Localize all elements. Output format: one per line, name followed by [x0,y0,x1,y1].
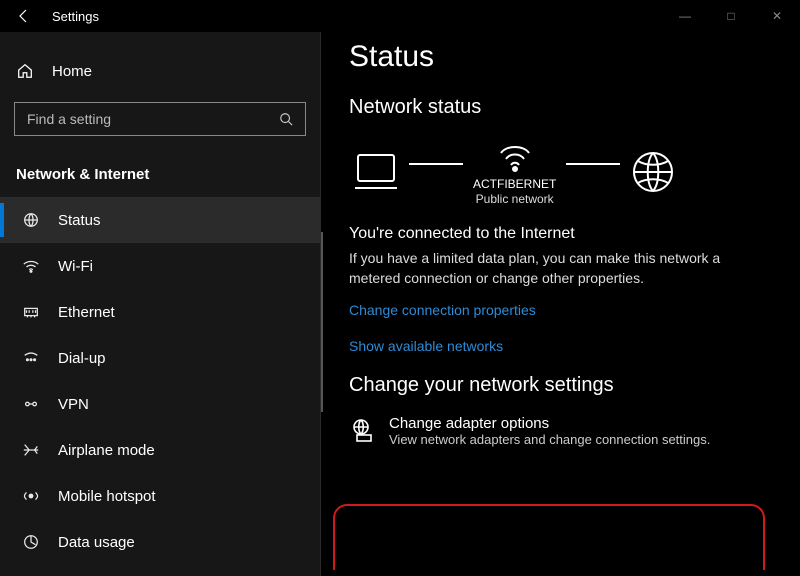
connection-line [409,163,463,165]
titlebar: Settings — □ ✕ [0,0,800,32]
ethernet-icon [22,303,40,321]
option-title: Change adapter options [389,415,710,432]
sidebar-item-label: Ethernet [58,304,115,321]
sidebar-item-label: VPN [58,396,89,413]
highlight-annotation [333,504,765,570]
search-input[interactable] [14,102,306,136]
wifi-icon [22,257,40,275]
router-icon [494,137,536,173]
network-type: Public network [473,192,556,207]
vpn-icon [22,395,40,413]
sidebar-item-label: Airplane mode [58,442,155,459]
option-description: View network adapters and change connect… [389,432,710,447]
sidebar-item-label: Status [58,212,101,229]
data-icon [22,533,40,551]
page-title: Status [349,40,800,74]
home-icon [16,62,34,80]
sidebar-item-label: Dial-up [58,350,106,367]
sidebar-item-airplane[interactable]: Airplane mode [0,427,320,473]
globe-icon [630,149,676,195]
connected-heading: You're connected to the Internet [349,225,800,243]
minimize-button[interactable]: — [662,0,708,32]
back-arrow-icon [16,8,32,24]
adapter-icon [349,415,375,447]
window-controls: — □ ✕ [662,0,800,32]
home-link[interactable]: Home [0,52,320,90]
back-button[interactable] [0,0,48,32]
show-available-networks-link[interactable]: Show available networks [349,338,800,354]
device-icon [353,150,399,194]
sidebar-item-vpn[interactable]: VPN [0,381,320,427]
sidebar-item-dialup[interactable]: Dial-up [0,335,320,381]
connection-line [566,163,620,165]
sidebar-section-title: Network & Internet [0,156,320,197]
search-field[interactable] [27,111,279,127]
sidebar-item-label: Data usage [58,534,135,551]
sidebar-item-hotspot[interactable]: Mobile hotspot [0,473,320,519]
main-content: Status Network status ACTFIBERNET Public… [320,32,800,576]
change-adapter-options[interactable]: Change adapter options View network adap… [349,415,769,447]
sidebar-item-wifi[interactable]: Wi-Fi [0,243,320,289]
sidebar-item-datausage[interactable]: Data usage [0,519,320,565]
dialup-icon [22,349,40,367]
change-connection-properties-link[interactable]: Change connection properties [349,302,800,318]
change-network-settings-heading: Change your network settings [349,374,800,397]
airplane-icon [22,441,40,459]
sidebar-item-label: Wi-Fi [58,258,93,275]
window-title: Settings [48,9,662,24]
sidebar-item-status[interactable]: Status [0,197,320,243]
network-name: ACTFIBERNET [473,177,556,192]
sidebar: Home Network & Internet Status Wi-Fi [0,32,320,576]
sidebar-nav: Status Wi-Fi Ethernet Dial-up [0,197,320,565]
sidebar-item-ethernet[interactable]: Ethernet [0,289,320,335]
status-icon [22,211,40,229]
search-icon [279,112,293,126]
scrollbar[interactable] [321,232,323,412]
network-status-heading: Network status [349,96,800,119]
maximize-button[interactable]: □ [708,0,754,32]
network-diagram: ACTFIBERNET Public network [353,137,800,207]
close-button[interactable]: ✕ [754,0,800,32]
sidebar-item-label: Mobile hotspot [58,488,156,505]
home-label: Home [52,63,92,80]
connected-description: If you have a limited data plan, you can… [349,249,759,288]
hotspot-icon [22,487,40,505]
